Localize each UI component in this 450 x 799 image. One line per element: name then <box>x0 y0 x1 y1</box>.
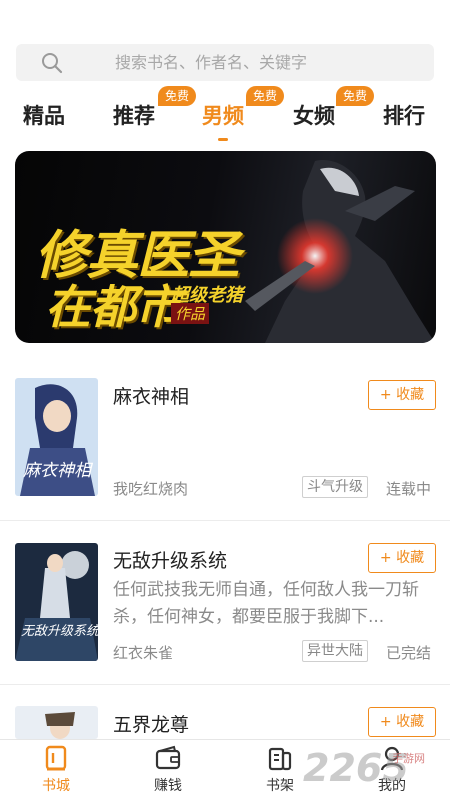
nav-label: 赚钱 <box>154 778 182 794</box>
book-author: 红衣朱雀 <box>113 644 174 662</box>
bookstore-icon <box>45 745 67 771</box>
book-title[interactable]: 五界龙尊 <box>113 710 189 737</box>
book-genre-tag: 斗气升级 <box>302 476 368 498</box>
wallet-icon <box>155 745 181 770</box>
tab-label: 推荐 <box>113 104 155 128</box>
book-cover-art: 麻衣神相 <box>15 378 98 496</box>
free-badge: 免费 <box>158 86 197 106</box>
banner-suffix: 作品 <box>171 303 210 324</box>
book-title[interactable]: 麻衣神相 <box>113 382 189 409</box>
nav-item-bookstore[interactable]: 书城 <box>26 745 86 795</box>
favorite-button[interactable]: + 收藏 <box>368 380 436 410</box>
book-cover-art: 无敌升级系统 <box>15 543 98 661</box>
book-status: 已完结 <box>386 644 432 662</box>
divider <box>0 684 450 685</box>
nav-item-bookshelf[interactable]: 书架 <box>250 745 310 795</box>
active-tab-indicator <box>218 138 228 141</box>
promo-banner[interactable]: 修真医圣 在都市 超级老猪 作品 <box>15 151 436 343</box>
book-genre-tag: 异世大陆 <box>302 640 368 662</box>
tab-paihang[interactable]: 排行 <box>383 100 425 130</box>
book-cover-art <box>15 706 98 739</box>
tab-label: 精品 <box>23 104 65 128</box>
divider <box>0 520 450 521</box>
tab-nanpin[interactable]: 男频 <box>202 100 244 141</box>
free-badge: 免费 <box>246 86 285 106</box>
nav-label: 书架 <box>266 778 294 794</box>
tab-label: 女频 <box>293 104 335 128</box>
tab-label: 排行 <box>383 104 425 128</box>
tab-tuijian[interactable]: 推荐 <box>113 100 155 130</box>
book-status: 连载中 <box>386 480 432 498</box>
tab-label: 男频 <box>202 104 244 128</box>
svg-text:麻衣神相: 麻衣神相 <box>23 461 94 481</box>
book-description: 任何武技我无师自通，任何敌人我一刀斩杀，任何神女，都要臣服于我脚下... <box>113 580 419 627</box>
book-title[interactable]: 无敌升级系统 <box>113 546 227 573</box>
search-input[interactable] <box>16 44 434 81</box>
category-tabs: 精品 免费 推荐 免费 男频 免费 女频 排行 <box>0 86 450 142</box>
book-cover[interactable]: 麻衣神相 <box>15 378 98 496</box>
search-icon <box>42 53 63 74</box>
nav-item-earn[interactable]: 赚钱 <box>138 745 198 795</box>
watermark-subtext: 手游网 <box>392 752 425 765</box>
nav-label: 书城 <box>42 778 70 794</box>
search-bar[interactable] <box>16 44 434 81</box>
favorite-button[interactable]: + 收藏 <box>368 543 436 573</box>
tab-jingpin[interactable]: 精品 <box>23 100 65 130</box>
banner-title-line2: 在都市 <box>45 280 181 334</box>
book-cover[interactable] <box>15 706 98 739</box>
svg-text:无敌升级系统: 无敌升级系统 <box>21 624 98 639</box>
free-badge: 免费 <box>336 86 375 106</box>
book-cover[interactable]: 无敌升级系统 <box>15 543 98 661</box>
book-author: 我吃红烧肉 <box>113 480 189 498</box>
bookshelf-icon <box>268 747 292 771</box>
favorite-button[interactable]: + 收藏 <box>368 707 436 737</box>
tab-nvpin[interactable]: 女频 <box>293 100 335 130</box>
